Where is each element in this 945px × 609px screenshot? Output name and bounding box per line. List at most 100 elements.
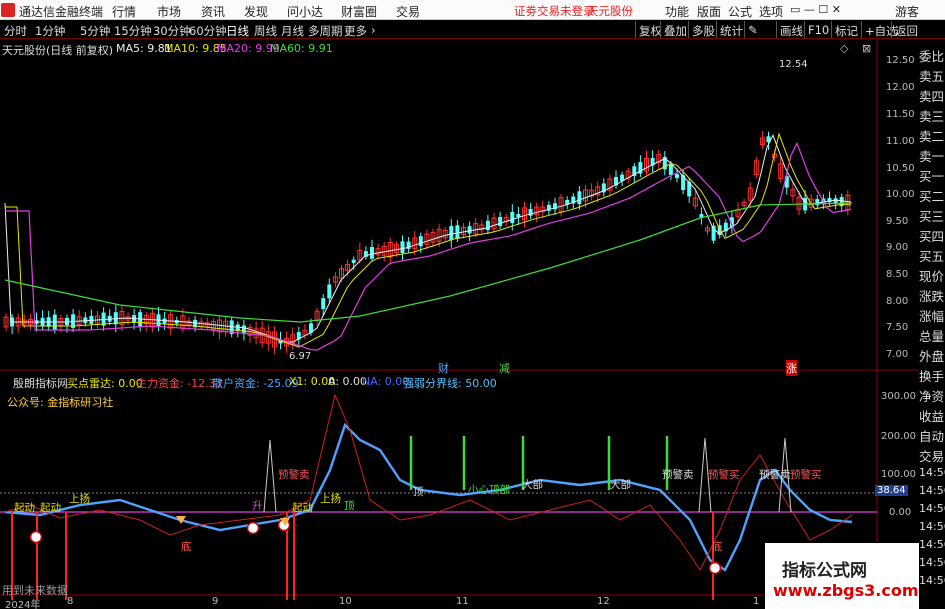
side-item-trade[interactable]: 交易 <box>919 446 945 466</box>
collapse-icon[interactable]: ⊠ <box>862 42 871 55</box>
menu-market[interactable]: 市场 <box>157 3 181 20</box>
period-60min[interactable]: 60分钟 <box>189 23 227 39</box>
menu-options[interactable]: 选项 <box>759 3 783 20</box>
app-title: 通达信金融终端 <box>19 5 104 19</box>
side-item[interactable]: 现价 <box>919 266 945 286</box>
side-item[interactable]: 买二 <box>919 186 945 206</box>
signal-qidong: 起动 <box>14 502 35 514</box>
side-item[interactable]: 卖二 <box>919 126 945 146</box>
ind-tick: 300.00 <box>881 391 916 402</box>
side-item[interactable]: 买五 <box>919 246 945 266</box>
side-item[interactable]: 委比 <box>919 46 945 66</box>
chart-title: 天元股份(日线 前复权) <box>2 44 114 57</box>
btn-overlay[interactable]: 叠加 <box>660 21 690 38</box>
side-item[interactable]: 涨幅 <box>919 306 945 326</box>
side-item[interactable]: 卖五 <box>919 66 945 86</box>
kline-chart[interactable] <box>0 40 919 609</box>
btn-back[interactable]: 返回 <box>891 21 921 38</box>
period-30min[interactable]: 30分钟 <box>153 23 191 39</box>
marker-reduce[interactable]: 减 <box>499 360 510 376</box>
side-item[interactable]: 卖三 <box>919 106 945 126</box>
side-item[interactable]: 买四 <box>919 226 945 246</box>
side-item[interactable]: 买一 <box>919 166 945 186</box>
chevron-down-icon[interactable]: › <box>371 23 376 37</box>
btn-mark[interactable]: 标记 <box>831 21 861 38</box>
menu-discover[interactable]: 发现 <box>244 3 268 20</box>
side-item[interactable]: 净资 <box>919 386 945 406</box>
buy-point-icon <box>708 561 722 575</box>
candle-body <box>241 325 246 334</box>
menu-quote[interactable]: 行情 <box>112 3 136 20</box>
period-multi[interactable]: 多周期 <box>308 23 343 39</box>
app-logo-icon <box>1 3 15 17</box>
price-tick: 7.00 <box>886 349 909 360</box>
price-tick: 11.50 <box>886 109 915 120</box>
menu-function[interactable]: 功能 <box>665 3 689 20</box>
price-tick: 7.50 <box>886 322 909 333</box>
main-fund-line <box>4 393 853 571</box>
side-item[interactable]: 收益 <box>919 406 945 426</box>
btn-multistock[interactable]: 多股 <box>688 21 718 38</box>
stock-name-link[interactable]: 天元股份 <box>587 3 633 19</box>
signal-bottom: 底 <box>181 541 192 553</box>
tick-time: 14:56 <box>919 466 945 479</box>
btn-draw[interactable]: 画线 <box>776 21 806 38</box>
window-controls-icon[interactable]: ▭ — ☐ ✕ <box>790 3 841 16</box>
side-item[interactable]: 涨跌 <box>919 286 945 306</box>
period-more[interactable]: 更多 <box>344 23 367 39</box>
period-day[interactable]: 日线 <box>226 23 249 39</box>
period-5min[interactable]: 5分钟 <box>80 23 110 39</box>
signal-up: 上扬 <box>320 493 341 505</box>
login-warning[interactable]: 证劵交易未登录 <box>514 3 595 19</box>
signal-qidong: 起动 <box>292 502 313 514</box>
watermark-line2: www.zbgs3.com <box>773 581 919 600</box>
side-item[interactable]: 外盘 <box>919 346 945 366</box>
marker-limit-up[interactable]: 涨 <box>786 360 797 376</box>
time-tick: 2024年 <box>5 600 41 609</box>
btn-stats[interactable]: 统计 <box>716 21 746 38</box>
menu-news[interactable]: 资讯 <box>201 3 225 20</box>
side-item[interactable]: 买三 <box>919 206 945 226</box>
menu-guest[interactable]: 游客 <box>895 3 919 20</box>
period-1min[interactable]: 1分钟 <box>35 23 65 39</box>
menu-trade[interactable]: 交易 <box>396 3 420 20</box>
side-item[interactable]: 卖四 <box>919 86 945 106</box>
side-item[interactable]: 卖一 <box>919 146 945 166</box>
ma60-label: MA60: 9.91 <box>270 42 333 55</box>
candle-body <box>351 259 356 263</box>
btn-f10[interactable]: F10 <box>804 21 832 38</box>
menu-layout[interactable]: 版面 <box>697 3 721 20</box>
strength-line-value: 强弱分界线: 50.00 <box>403 377 497 390</box>
tool-icon[interactable]: ✎ <box>744 21 761 38</box>
period-tick[interactable]: 分时 <box>4 23 27 39</box>
ind-tick: 100.00 <box>881 469 916 480</box>
candle-body <box>577 191 582 205</box>
tick-time: 14:56 <box>919 538 945 551</box>
period-week[interactable]: 周线 <box>254 23 277 39</box>
high-price-label: 12.54 <box>779 59 808 70</box>
signal-up: 上扬 <box>69 493 90 505</box>
signal-dabu: 大部 <box>522 479 543 491</box>
menu-wealth[interactable]: 财富圈 <box>341 3 377 20</box>
candle-body <box>711 225 716 241</box>
retail-fund-value: 散户资金: -25.09 <box>212 377 299 390</box>
side-item-auto[interactable]: 自动 <box>919 426 945 446</box>
period-15min[interactable]: 15分钟 <box>114 23 152 39</box>
watermark-line1: 指标公式网 <box>782 561 867 581</box>
retail-fund-line <box>4 422 853 572</box>
candle-body <box>675 174 679 179</box>
ma60-line <box>4 202 853 323</box>
marker-finance[interactable]: 财 <box>438 360 449 376</box>
menu-ask[interactable]: 问小达 <box>287 3 323 20</box>
side-item[interactable]: 换手 <box>919 366 945 386</box>
price-tick: 9.50 <box>886 216 909 227</box>
indicator-name[interactable]: 殷朗指标网 <box>13 375 68 391</box>
period-toolbar: 分时 1分钟 5分钟 15分钟 30分钟 60分钟 日线 周线 月线 多周期 更… <box>0 20 945 39</box>
side-item[interactable]: 总量 <box>919 326 945 346</box>
menu-formula[interactable]: 公式 <box>728 3 752 20</box>
main-fund-value: 主力资金: -12.37 <box>136 377 223 390</box>
signal-warn-sell: 预警卖 <box>662 469 694 481</box>
candle-body <box>370 247 374 259</box>
period-month[interactable]: 月线 <box>281 23 304 39</box>
settings-icon[interactable]: ◇ <box>840 42 848 55</box>
